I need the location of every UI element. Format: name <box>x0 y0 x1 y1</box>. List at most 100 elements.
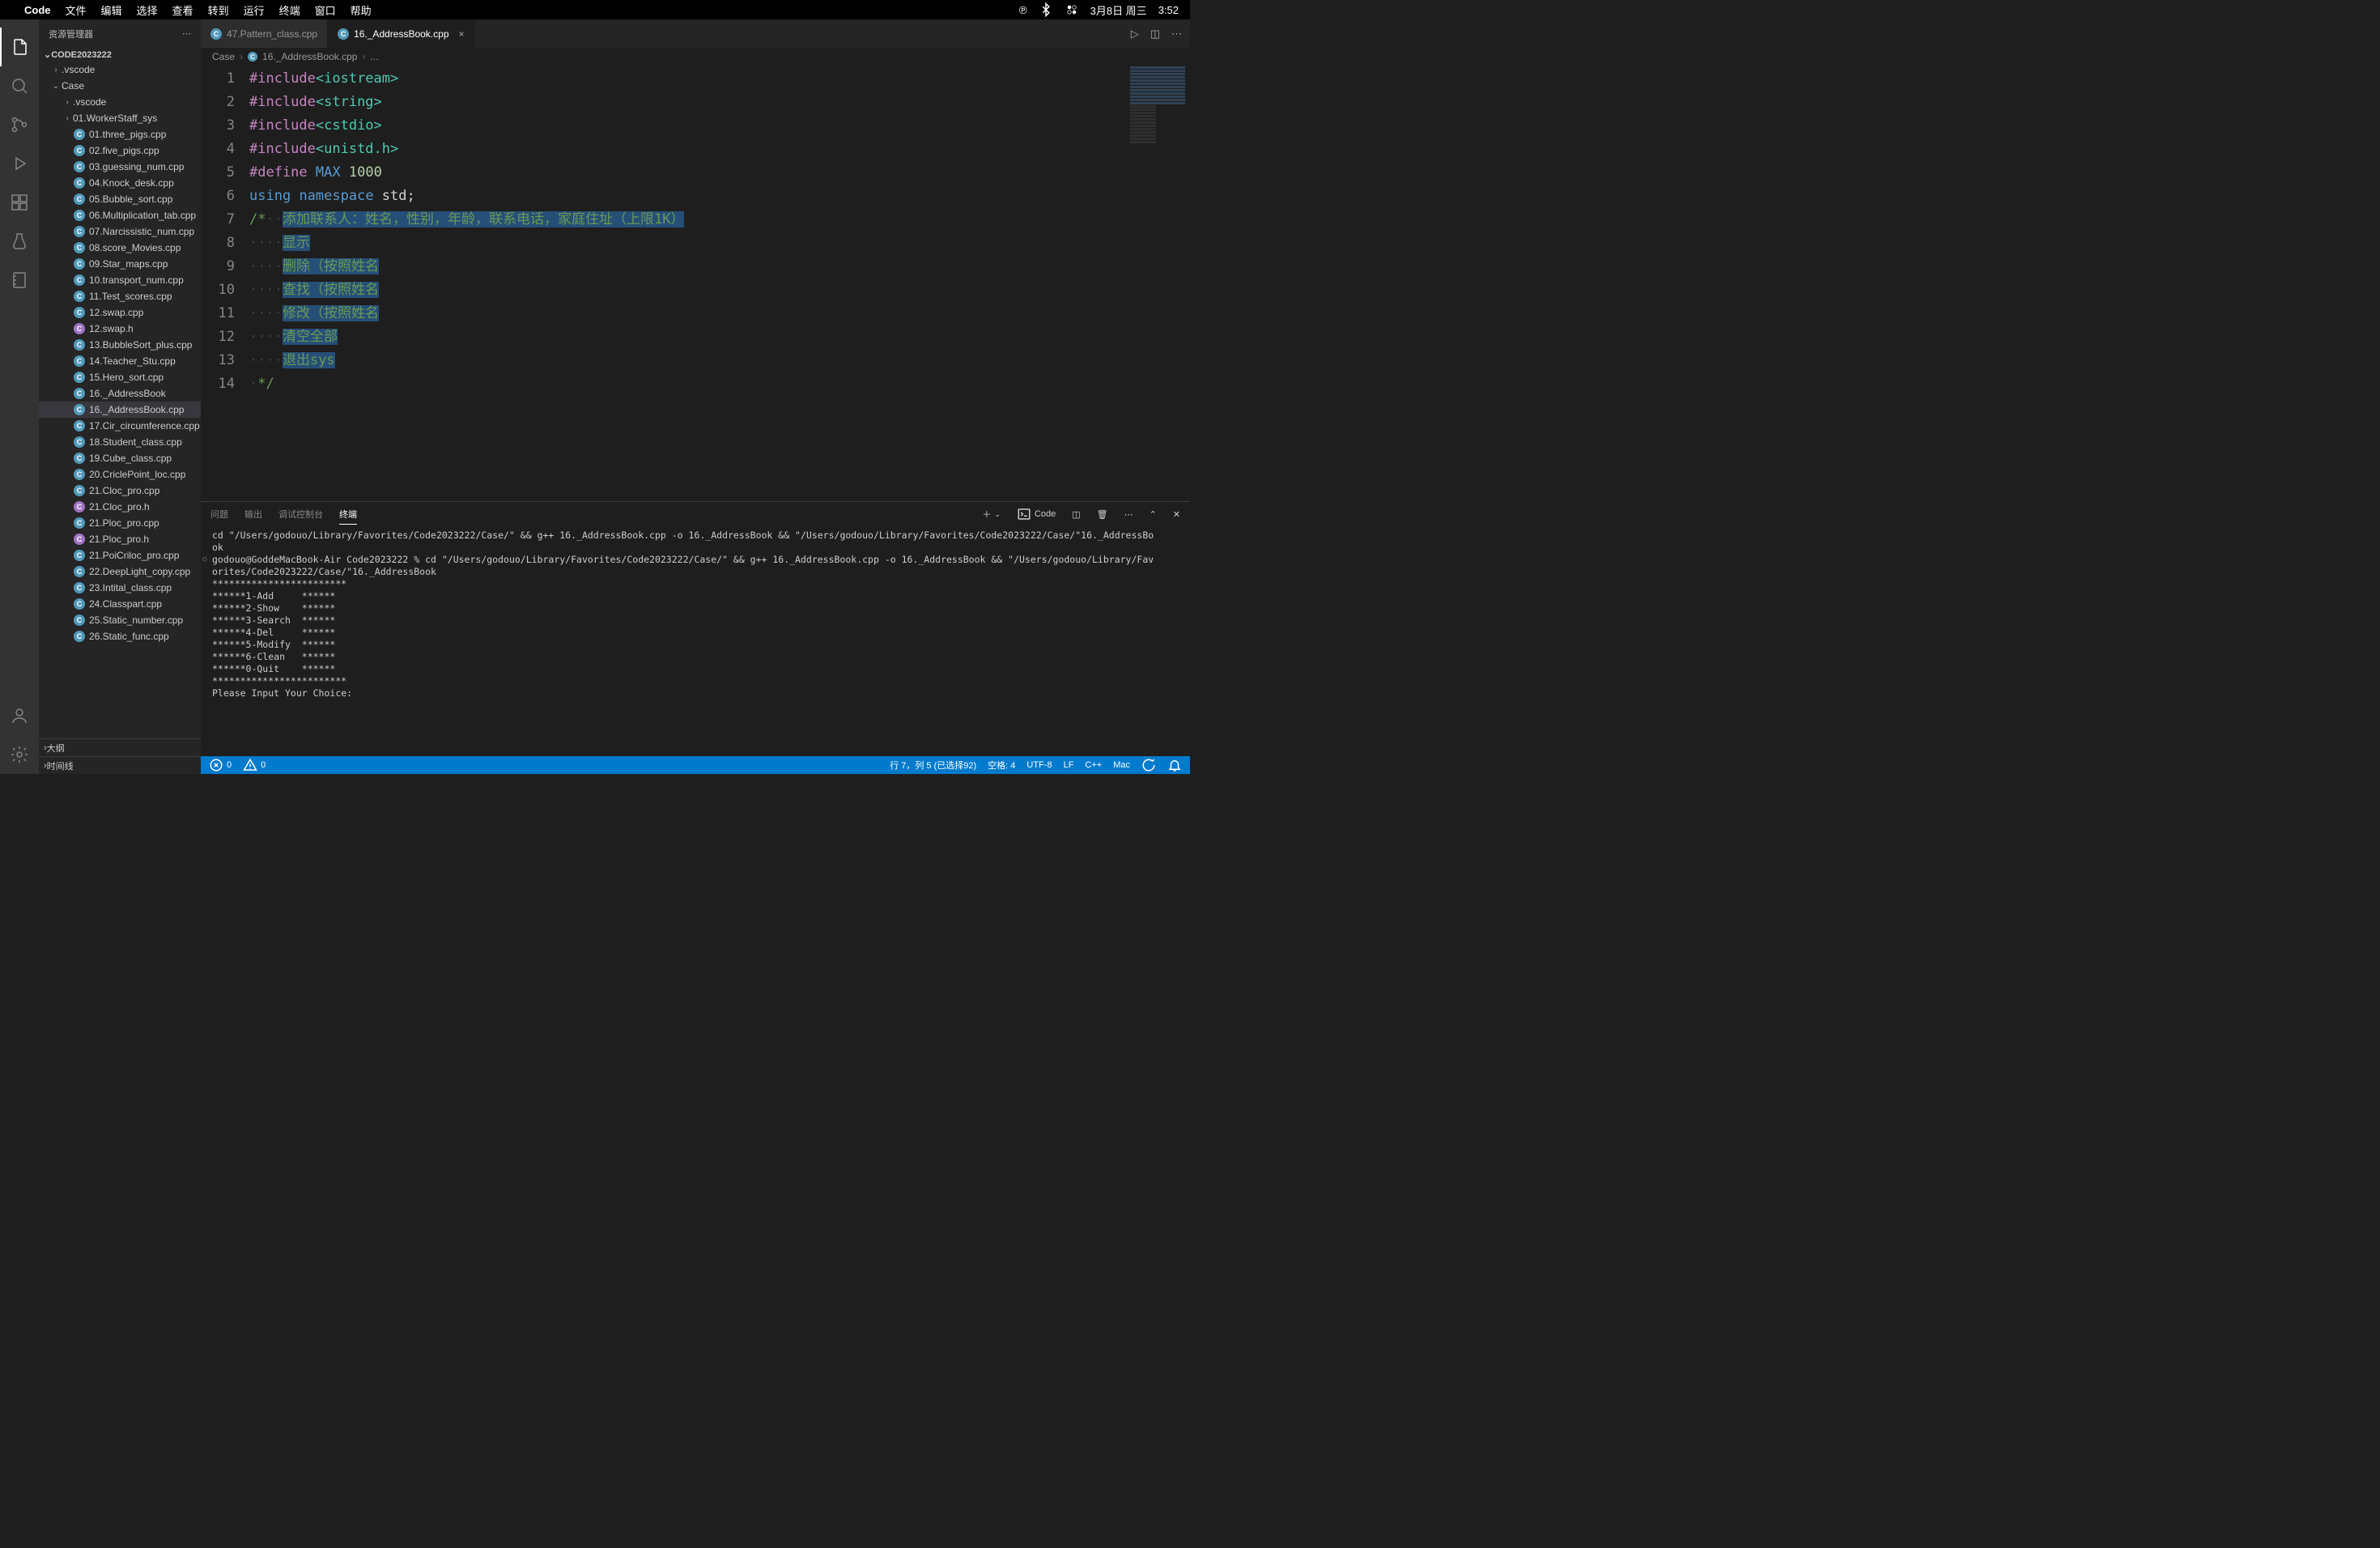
panel-tab-problems[interactable]: 问题 <box>210 504 228 524</box>
activity-explorer[interactable] <box>0 28 39 66</box>
file-item[interactable]: C08.score_Movies.cpp <box>39 240 201 256</box>
file-item[interactable]: C07.Narcissistic_num.cpp <box>39 223 201 240</box>
editor-tab-active[interactable]: C 16._AddressBook.cpp × <box>328 19 474 48</box>
file-item[interactable]: C15.Hero_sort.cpp <box>39 369 201 385</box>
file-item[interactable]: C18.Student_class.cpp <box>39 434 201 450</box>
menu-selection[interactable]: 选择 <box>137 2 158 18</box>
timeline-section[interactable]: › 时间线 <box>39 756 201 774</box>
status-cursor[interactable]: 行 7，列 5 (已选择92) <box>890 759 976 772</box>
menu-edit[interactable]: 编辑 <box>101 2 122 18</box>
menu-view[interactable]: 查看 <box>172 2 193 18</box>
file-item[interactable]: C09.Star_maps.cpp <box>39 256 201 272</box>
menu-window[interactable]: 窗口 <box>315 2 336 18</box>
app-name[interactable]: Code <box>24 4 51 16</box>
file-item[interactable]: C12.swap.cpp <box>39 304 201 321</box>
activity-settings[interactable] <box>0 735 39 774</box>
file-item[interactable]: C03.guessing_num.cpp <box>39 159 201 175</box>
file-item[interactable]: C22.DeepLight_copy.cpp <box>39 563 201 580</box>
menubar-date[interactable]: 3月8日 周三 <box>1090 2 1147 18</box>
status-spaces[interactable]: 空格: 4 <box>988 759 1015 772</box>
folder-item[interactable]: ⌄Case <box>39 78 201 94</box>
file-item[interactable]: C21.Ploc_pro.cpp <box>39 515 201 531</box>
breadcrumb[interactable]: Case › C 16._AddressBook.cpp › ... <box>201 48 1190 66</box>
project-root[interactable]: ⌄ CODE2023222 <box>39 48 201 62</box>
status-eol[interactable]: LF <box>1064 760 1074 770</box>
panel-tab-terminal[interactable]: 终端 <box>339 504 357 525</box>
new-terminal-icon[interactable]: ＋⌄ <box>982 508 1001 521</box>
panel-tab-debug[interactable]: 调试控制台 <box>278 504 323 524</box>
status-os[interactable]: Mac <box>1113 760 1130 770</box>
file-item[interactable]: C21.PoiCriloc_pro.cpp <box>39 547 201 563</box>
split-terminal-icon[interactable]: ◫ <box>1072 509 1080 520</box>
folder-item[interactable]: ›01.WorkerStaff_sys <box>39 110 201 126</box>
status-bell-icon[interactable] <box>1167 758 1182 772</box>
panel-tab-output[interactable]: 输出 <box>244 504 262 524</box>
folder-item[interactable]: ›.vscode <box>39 62 201 78</box>
file-item[interactable]: C16._AddressBook <box>39 385 201 402</box>
file-item[interactable]: C23.Intital_class.cpp <box>39 580 201 596</box>
status-warnings[interactable]: 0 <box>243 758 266 772</box>
more-icon[interactable]: ⋯ <box>1171 28 1182 40</box>
file-item[interactable]: C21.Cloc_pro.h <box>39 499 201 515</box>
activity-testing[interactable] <box>0 222 39 261</box>
menu-file[interactable]: 文件 <box>66 2 87 18</box>
file-tree[interactable]: ›.vscode⌄Case›.vscode›01.WorkerStaff_sys… <box>39 62 201 738</box>
file-item[interactable]: C13.BubbleSort_plus.cpp <box>39 337 201 353</box>
activity-search[interactable] <box>0 66 39 105</box>
menu-run[interactable]: 运行 <box>244 2 265 18</box>
file-item[interactable]: C26.Static_func.cpp <box>39 628 201 644</box>
breadcrumb-part[interactable]: 16._AddressBook.cpp <box>262 51 357 62</box>
file-item[interactable]: C04.Knock_desk.cpp <box>39 175 201 191</box>
status-lang[interactable]: C++ <box>1085 760 1102 770</box>
file-item[interactable]: C19.Cube_class.cpp <box>39 450 201 466</box>
file-item[interactable]: C12.swap.h <box>39 321 201 337</box>
file-item[interactable]: C02.five_pigs.cpp <box>39 142 201 159</box>
file-item[interactable]: C06.Multiplication_tab.cpp <box>39 207 201 223</box>
file-item[interactable]: C20.CriclePoint_loc.cpp <box>39 466 201 483</box>
activity-run-debug[interactable] <box>0 144 39 183</box>
breadcrumb-part[interactable]: Case <box>212 51 235 62</box>
file-item[interactable]: C11.Test_scores.cpp <box>39 288 201 304</box>
minimap[interactable] <box>1125 66 1190 501</box>
maximize-panel-icon[interactable]: ⌃ <box>1150 509 1157 520</box>
status-feedback-icon[interactable] <box>1141 758 1156 772</box>
run-icon[interactable]: ▷ <box>1131 28 1139 40</box>
file-item[interactable]: C25.Static_number.cpp <box>39 612 201 628</box>
activity-source-control[interactable] <box>0 105 39 144</box>
breadcrumb-part[interactable]: ... <box>370 51 378 62</box>
status-encoding[interactable]: UTF-8 <box>1026 760 1052 770</box>
sidebar-more-icon[interactable]: ⋯ <box>182 28 191 39</box>
split-editor-icon[interactable]: ◫ <box>1150 28 1160 40</box>
file-item[interactable]: C16._AddressBook.cpp <box>39 402 201 418</box>
file-item[interactable]: C17.Cir_circumference.cpp <box>39 418 201 434</box>
menu-help[interactable]: 帮助 <box>351 2 372 18</box>
menu-terminal[interactable]: 终端 <box>279 2 300 18</box>
activity-extensions[interactable] <box>0 183 39 222</box>
activity-notebook[interactable] <box>0 261 39 300</box>
editor-tab[interactable]: C 47.Pattern_class.cpp <box>201 19 328 48</box>
kill-terminal-icon[interactable]: 🗑 <box>1097 509 1108 520</box>
file-item[interactable]: C10.transport_num.cpp <box>39 272 201 288</box>
bluetooth-icon[interactable] <box>1039 2 1053 17</box>
menubar-time[interactable]: 3:52 <box>1158 4 1179 16</box>
outline-section[interactable]: › 大纲 <box>39 738 201 756</box>
file-item[interactable]: C21.Cloc_pro.cpp <box>39 483 201 499</box>
more-icon[interactable]: ⋯ <box>1124 509 1133 520</box>
terminal-shell-label[interactable]: Code <box>1017 507 1056 521</box>
code-editor[interactable]: 1234567891011121314 #include<iostream>#i… <box>201 66 1190 501</box>
close-panel-icon[interactable]: ✕ <box>1173 509 1180 520</box>
file-item[interactable]: C14.Teacher_Stu.cpp <box>39 353 201 369</box>
status-p-icon[interactable]: ℗ <box>1019 4 1027 16</box>
activity-account[interactable] <box>0 696 39 735</box>
control-center-icon[interactable] <box>1065 2 1079 17</box>
code-content[interactable]: #include<iostream>#include<string>#inclu… <box>249 66 1190 501</box>
terminal-output[interactable]: cd "/Users/godouo/Library/Favorites/Code… <box>201 526 1190 756</box>
file-item[interactable]: C24.Classpart.cpp <box>39 596 201 612</box>
file-item[interactable]: C01.three_pigs.cpp <box>39 126 201 142</box>
status-errors[interactable]: 0 <box>209 758 232 772</box>
file-item[interactable]: C05.Bubble_sort.cpp <box>39 191 201 207</box>
menu-go[interactable]: 转到 <box>208 2 229 18</box>
close-icon[interactable]: × <box>459 28 465 40</box>
file-item[interactable]: C21.Ploc_pro.h <box>39 531 201 547</box>
folder-item[interactable]: ›.vscode <box>39 94 201 110</box>
